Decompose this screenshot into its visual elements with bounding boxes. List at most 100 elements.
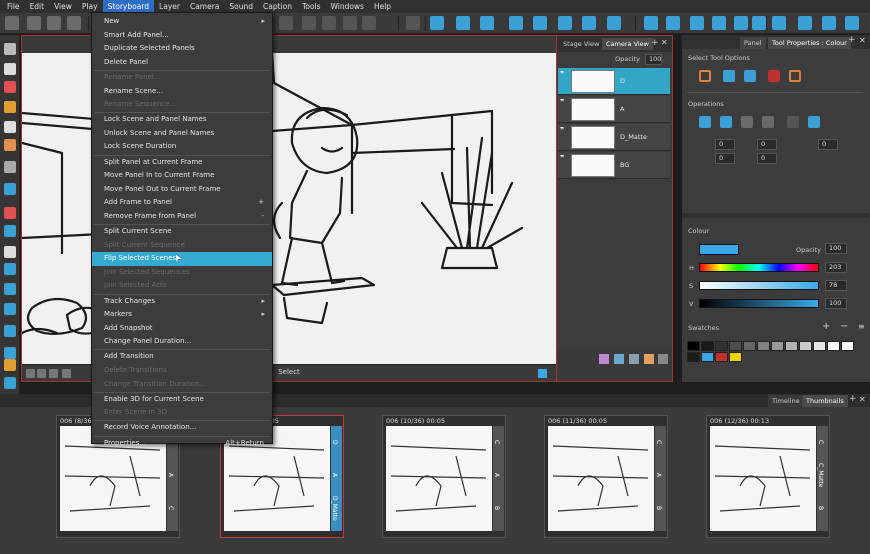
zoom-out-icon[interactable] bbox=[322, 16, 336, 30]
layer-options-icon[interactable] bbox=[644, 354, 654, 364]
prev-frame-icon[interactable] bbox=[666, 16, 680, 30]
paint-icon[interactable] bbox=[4, 325, 16, 337]
text-tool-icon[interactable] bbox=[4, 121, 16, 133]
apply-all-icon[interactable] bbox=[768, 70, 780, 82]
ellipse-icon[interactable] bbox=[4, 183, 16, 195]
align-icon[interactable] bbox=[808, 116, 820, 128]
current-colour-swatch[interactable] bbox=[699, 244, 739, 255]
reset-view-icon[interactable] bbox=[362, 16, 376, 30]
colour-swatch[interactable] bbox=[757, 341, 770, 351]
rotate-cw-icon[interactable] bbox=[762, 116, 774, 128]
layer-row[interactable]: ❞ D bbox=[558, 68, 670, 95]
tab-timeline[interactable]: Timeline bbox=[768, 395, 804, 407]
storyboard-panel-thumbnail[interactable]: 006 (11/36) 00:05 C A B bbox=[544, 415, 668, 538]
menu-item-add-transition[interactable]: Add Transition bbox=[92, 350, 272, 364]
keyframe-icon[interactable] bbox=[582, 16, 596, 30]
remove-swatch-icon[interactable]: − bbox=[840, 321, 848, 332]
save-icon[interactable] bbox=[47, 16, 61, 30]
contour-editor-icon[interactable] bbox=[4, 63, 16, 75]
next-frame-icon[interactable] bbox=[690, 16, 704, 30]
menu-item-add-frame-to-panel[interactable]: Add Frame to Panel + bbox=[92, 196, 272, 210]
camera-rot-icon[interactable] bbox=[533, 16, 547, 30]
colour-swatch[interactable] bbox=[715, 341, 728, 351]
saturation-input[interactable]: 78 bbox=[825, 280, 847, 291]
stage-btn-icon[interactable] bbox=[49, 369, 58, 378]
panel-layer-tabs[interactable]: C C_Matte B bbox=[817, 426, 828, 531]
lasso-icon[interactable] bbox=[699, 70, 711, 82]
add-bitmap-layer-icon[interactable] bbox=[614, 354, 624, 364]
add-swatch-icon[interactable]: + bbox=[822, 321, 830, 332]
colour-swatch[interactable] bbox=[743, 341, 756, 351]
menu-help[interactable]: Help bbox=[369, 0, 396, 13]
sound-scrub-icon[interactable] bbox=[798, 16, 812, 30]
select-tool-icon[interactable] bbox=[4, 43, 16, 55]
close-panel-icon[interactable]: ✕ bbox=[661, 38, 668, 47]
brush-icon[interactable] bbox=[4, 81, 16, 93]
menu-item-rename-scene[interactable]: Rename Scene... bbox=[92, 85, 272, 99]
add-tab-icon[interactable]: + bbox=[848, 35, 856, 45]
colour-swatch[interactable] bbox=[715, 352, 728, 362]
colour-swatch[interactable] bbox=[841, 341, 854, 351]
line-tool-icon[interactable] bbox=[4, 207, 16, 219]
eyedropper-icon[interactable] bbox=[4, 359, 16, 371]
zoom-tool-icon[interactable] bbox=[4, 263, 16, 275]
loop-icon[interactable] bbox=[752, 16, 766, 30]
panel-layer-tabs[interactable]: C A B bbox=[493, 426, 504, 531]
menu-item-move-panel-out-to-current-frame[interactable]: Move Panel Out to Current Frame bbox=[92, 183, 272, 197]
polyline-icon[interactable] bbox=[4, 225, 16, 237]
layer-row[interactable]: ❞ D_Matte bbox=[558, 124, 670, 151]
print-icon[interactable] bbox=[67, 16, 81, 30]
colour-swatch[interactable] bbox=[687, 341, 700, 351]
menu-item-split-panel-at-current-frame[interactable]: Split Panel at Current Frame bbox=[92, 156, 272, 170]
menu-item-remove-frame-from-panel[interactable]: Remove Frame from Panel - bbox=[92, 210, 272, 224]
panel-layer-tabs[interactable]: D A D_Matte bbox=[331, 426, 342, 531]
value-input[interactable]: 100 bbox=[825, 298, 847, 309]
first-frame-icon[interactable] bbox=[644, 16, 658, 30]
colour-swatch[interactable] bbox=[827, 341, 840, 351]
colour-swatch[interactable] bbox=[799, 341, 812, 351]
eraser-icon[interactable] bbox=[4, 139, 16, 151]
tab-thumbnails[interactable]: Thumbnails bbox=[802, 395, 848, 407]
menu-item-record-voice-annotation[interactable]: Record Voice Annotation... bbox=[92, 421, 272, 435]
colour-swatch[interactable] bbox=[729, 352, 742, 362]
colour-swatch[interactable] bbox=[687, 352, 700, 362]
colour-swatch[interactable] bbox=[701, 341, 714, 351]
layer-transform-tool-icon[interactable] bbox=[4, 303, 16, 315]
layer-visibility-icon[interactable]: ❞ bbox=[560, 154, 564, 162]
menu-item-properties[interactable]: Properties... Alt+Return bbox=[92, 437, 272, 451]
layer-select-icon[interactable] bbox=[607, 16, 621, 30]
menu-file[interactable]: File bbox=[2, 0, 25, 13]
colour-swatch[interactable] bbox=[771, 341, 784, 351]
cutter-icon[interactable] bbox=[4, 377, 16, 389]
menu-item-enable-3d-for-current-scene[interactable]: Enable 3D for Current Scene bbox=[92, 393, 272, 407]
prev-panel-icon[interactable] bbox=[712, 16, 726, 30]
menu-view[interactable]: View bbox=[49, 0, 77, 13]
tab-panel[interactable]: Panel bbox=[740, 37, 766, 49]
menu-item-add-snapshot[interactable]: Add Snapshot bbox=[92, 322, 272, 336]
play-icon[interactable] bbox=[734, 16, 748, 30]
close-panel-icon[interactable]: ✕ bbox=[859, 395, 866, 404]
menu-item-delete-panel[interactable]: Delete Panel bbox=[92, 56, 272, 70]
menu-item-move-panel-in-to-current-frame[interactable]: Move Panel In to Current Frame bbox=[92, 169, 272, 183]
add-tab-icon[interactable]: + bbox=[849, 394, 857, 404]
sound-icon[interactable] bbox=[772, 16, 786, 30]
permanent-select-icon[interactable] bbox=[789, 70, 801, 82]
stage-btn-icon[interactable] bbox=[26, 369, 35, 378]
panel-splitter[interactable] bbox=[682, 213, 870, 218]
menu-item-new[interactable]: New ▸ bbox=[92, 15, 272, 29]
menu-tools[interactable]: Tools bbox=[297, 0, 325, 13]
menu-item-lock-scene-duration[interactable]: Lock Scene Duration bbox=[92, 140, 272, 154]
fill-icon[interactable] bbox=[4, 347, 16, 359]
op-y-input[interactable]: 0 bbox=[715, 153, 735, 164]
storyboard-panel-thumbnail[interactable]: 006 (12/36) 00:13 C C_Matte B bbox=[706, 415, 830, 538]
swatch-menu-icon[interactable]: ≡ bbox=[858, 322, 865, 331]
menu-item-change-panel-duration[interactable]: Change Panel Duration... bbox=[92, 335, 272, 349]
op-angle-input[interactable]: 0 bbox=[818, 139, 838, 150]
settings-icon[interactable] bbox=[845, 16, 859, 30]
select-arrow-icon[interactable] bbox=[723, 70, 735, 82]
hand-icon[interactable] bbox=[4, 246, 16, 258]
menu-item-smart-add-panel[interactable]: Smart Add Panel... bbox=[92, 29, 272, 43]
stage-btn-icon[interactable] bbox=[37, 369, 46, 378]
flip-horizontal-icon[interactable] bbox=[699, 116, 711, 128]
colour-swatch[interactable] bbox=[729, 341, 742, 351]
